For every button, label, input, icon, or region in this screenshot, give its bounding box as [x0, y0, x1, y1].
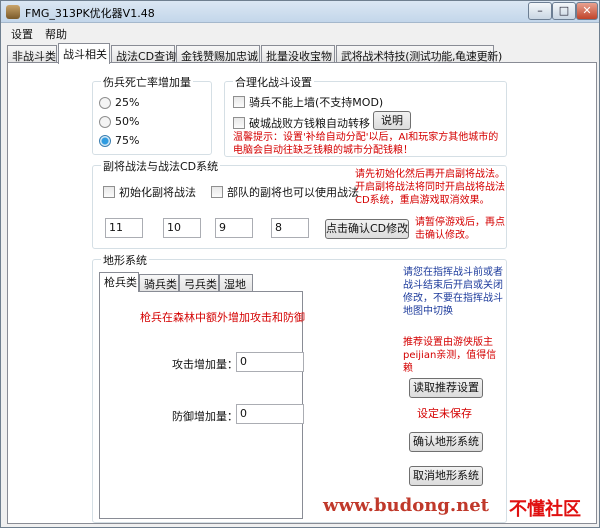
defense-input[interactable]: 0 [236, 404, 304, 424]
battle-settings-group: 合理化战斗设置 骑兵不能上墙(不支持MOD) 破城战败方钱粮自动转移 说明 温馨… [224, 74, 507, 157]
cd-system-group: 副将战法与战法CD系统 初始化副将战法 部队的副将也可以使用战法 请先初始化然后… [92, 158, 507, 249]
window-title: FMG_313PK优化器V1.48 [25, 7, 155, 20]
radio-icon [99, 96, 111, 109]
attack-label: 攻击增加量： [172, 358, 238, 371]
read-recommend-button[interactable]: 读取推荐设置 [409, 378, 483, 398]
close-button[interactable]: ✕ [576, 2, 598, 20]
casualty-option-50[interactable]: 50% [99, 115, 139, 128]
main-tabs: 非战斗类 战斗相关 战法CD查询 金钱赞赐加忠诚 批量没收宝物 武将战术特技(测… [7, 43, 597, 64]
defense-label: 防御增加量： [172, 410, 238, 423]
app-window: FMG_313PK优化器V1.48 – □ ✕ 设置 帮助 非战斗类 战斗相关 … [0, 0, 600, 528]
terrain-subpanel: 枪兵在森林中额外增加攻击和防御 攻击增加量： 0 防御增加量： 0 [99, 291, 305, 519]
radio-selected-icon [99, 134, 111, 147]
maximize-button[interactable]: □ [552, 2, 576, 20]
confirm-cd-button[interactable]: 点击确认CD修改 [325, 219, 409, 239]
app-icon [6, 5, 20, 19]
cd-system-title: 副将战法与战法CD系统 [101, 158, 221, 174]
cancel-terrain-button[interactable]: 取消地形系统 [409, 466, 483, 486]
tab-confiscate[interactable]: 批量没收宝物 [261, 45, 335, 63]
checkbox-icon [233, 96, 245, 108]
menu-settings[interactable]: 设置 [11, 26, 33, 42]
terrain-tabs: 枪兵类 骑兵类 弓兵类 湿地 [99, 272, 399, 292]
casualty-option-75[interactable]: 75% [99, 134, 139, 147]
checkbox-icon [103, 186, 115, 198]
terrain-group: 地形系统 枪兵类 骑兵类 弓兵类 湿地 枪兵在森林中额外增加攻击和防御 攻击增加… [92, 252, 507, 523]
radio-icon [99, 115, 111, 128]
terrain-note-blue: 请您在指挥战斗前或者战斗结束后开启或关闭修改，不要在指挥战斗地图中切换 [403, 267, 503, 317]
tab-non-battle[interactable]: 非战斗类 [7, 45, 57, 63]
checkbox-icon [233, 117, 245, 129]
subtab-archer[interactable]: 弓兵类 [179, 274, 219, 291]
confirm-terrain-button[interactable]: 确认地形系统 [409, 432, 483, 452]
menu-bar: 设置 帮助 [1, 23, 599, 42]
cd-value-3[interactable]: 9 [215, 218, 253, 238]
watermark-site: www.budong.net [323, 495, 489, 516]
casualty-option-25[interactable]: 25% [99, 96, 139, 109]
terrain-note-red: 推荐设置由游侠版主peijian亲测，值得信赖 [403, 337, 497, 374]
watermark-brand: 不懂社区 [509, 499, 581, 520]
title-bar[interactable]: FMG_313PK优化器V1.48 – □ ✕ [1, 1, 599, 23]
tab-battle[interactable]: 战斗相关 [58, 43, 110, 64]
tab-cd-query[interactable]: 战法CD查询 [111, 45, 176, 63]
tab-money-loyalty[interactable]: 金钱赞赐加忠诚 [176, 45, 260, 63]
casualty-title: 伤兵死亡率增加量 [101, 74, 193, 90]
checkbox-icon [211, 186, 223, 198]
attack-input[interactable]: 0 [236, 352, 304, 372]
siege-transfer-checkbox[interactable]: 破城战败方钱粮自动转移 [233, 115, 370, 131]
subtab-cavalry[interactable]: 骑兵类 [139, 274, 179, 291]
terrain-desc: 枪兵在森林中额外增加攻击和防御 [140, 311, 305, 324]
cd-value-4[interactable]: 8 [271, 218, 309, 238]
subtab-wetland[interactable]: 湿地 [219, 274, 253, 291]
explain-button[interactable]: 说明 [373, 111, 411, 130]
cd-note-pause: 请暂停游戏后，再点击确认修改。 [415, 217, 505, 241]
cd-value-2[interactable]: 10 [163, 218, 201, 238]
deputy-tactic-checkbox[interactable]: 部队的副将也可以使用战法 [211, 184, 359, 200]
cd-value-1[interactable]: 11 [105, 218, 143, 238]
casualty-group: 伤兵死亡率增加量 25% 50% 75% [92, 74, 212, 155]
minimize-button[interactable]: – [528, 2, 552, 20]
battle-settings-title: 合理化战斗设置 [233, 74, 314, 90]
cavalry-wall-checkbox[interactable]: 骑兵不能上墙(不支持MOD) [233, 94, 383, 110]
terrain-title: 地形系统 [101, 252, 149, 268]
battle-panel: 伤兵死亡率增加量 25% 50% 75% 合理化战斗设置 骑兵不能上墙(不支持M… [7, 62, 597, 524]
battle-tip: 温馨提示：设置'补给自动分配'以后，AI和玩家方其他城市的电脑会自动往缺乏钱粮的… [233, 132, 499, 156]
init-deputy-checkbox[interactable]: 初始化副将战法 [103, 184, 196, 200]
unsaved-status: 设定未保存 [417, 407, 472, 420]
cd-note-init: 请先初始化然后再开启副将战法。开启副将战法将同时开启战将战法CD系统，重启游戏取… [355, 169, 505, 206]
tab-tactics[interactable]: 武将战术特技(测试功能,龟速更新) [336, 45, 502, 63]
menu-help[interactable]: 帮助 [45, 26, 67, 42]
subtab-spear[interactable]: 枪兵类 [99, 272, 139, 292]
